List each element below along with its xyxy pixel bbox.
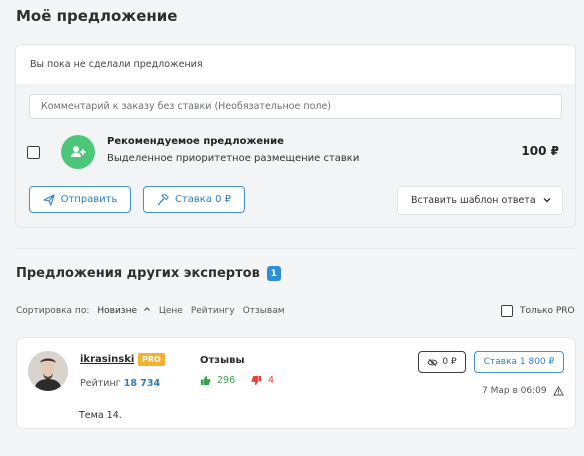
recommended-offer-icon <box>61 135 95 169</box>
sort-bar: Сортировка по: Новизне Цене Рейтингу Отз… <box>16 305 285 317</box>
pro-badge: PRO <box>138 353 165 366</box>
chevron-down-icon <box>543 198 551 203</box>
views-button[interactable]: 0 ₽ <box>418 351 466 373</box>
reviews-title: Отзывы <box>200 355 245 366</box>
send-button[interactable]: Отправить <box>29 186 131 213</box>
offers-count-badge: 1 <box>266 266 281 281</box>
my-offer-title: Моё предложение <box>16 7 178 25</box>
template-select-label: Вставить шаблон ответа <box>411 195 536 206</box>
recommended-price: 100 ₽ <box>521 144 559 158</box>
chevron-up-icon <box>143 307 150 311</box>
expert-rating: Рейтинг 18 734 <box>80 378 160 389</box>
warning-icon[interactable] <box>552 386 564 396</box>
empty-offer-text: Вы пока не сделали предложения <box>16 45 575 85</box>
sort-option-rating[interactable]: Рейтингу <box>191 306 235 316</box>
user-plus-icon <box>71 146 86 157</box>
sort-label: Сортировка по: <box>16 305 90 316</box>
positive-reviews: 296 <box>200 375 235 386</box>
rating-value: 18 734 <box>123 378 161 389</box>
recommended-title: Рекомендуемое предложение <box>107 136 284 147</box>
template-select[interactable]: Вставить шаблон ответа <box>397 186 563 215</box>
other-offers-heading: Предложения других экспертов 1 <box>16 266 281 281</box>
sort-option-price[interactable]: Цене <box>159 306 183 316</box>
paper-plane-icon <box>43 193 55 206</box>
offer-date-text: 7 Мар в 06:09 <box>482 386 547 396</box>
pro-only-filter[interactable]: Только PRO <box>501 305 575 317</box>
expert-bid-button[interactable]: Ставка 1 800 ₽ <box>474 351 564 373</box>
pro-only-checkbox[interactable] <box>501 305 513 317</box>
send-button-label: Отправить <box>60 194 118 205</box>
bid-button[interactable]: Ставка 0 ₽ <box>143 186 245 213</box>
positive-count: 296 <box>217 375 236 386</box>
eye-off-icon <box>427 358 438 366</box>
sort-option-reviews[interactable]: Отзывам <box>243 306 285 316</box>
my-offer-card: Вы пока не сделали предложения Комментар… <box>15 44 576 228</box>
avatar[interactable] <box>28 351 68 391</box>
sort-option-newest[interactable]: Новизне <box>97 305 151 316</box>
offer-date: 7 Мар в 06:09 <box>482 386 564 396</box>
pro-only-label: Только PRO <box>520 306 575 316</box>
thumbs-up-icon <box>200 375 211 386</box>
recommended-subtitle: Выделенное приоритетное размещение ставк… <box>107 153 360 164</box>
other-offers-title: Предложения других экспертов <box>16 266 260 281</box>
section-divider <box>16 248 576 249</box>
gavel-icon <box>157 193 169 205</box>
avatar-portrait <box>28 351 68 391</box>
expert-username[interactable]: ikrasinski <box>80 354 134 365</box>
negative-count: 4 <box>268 375 275 386</box>
negative-reviews: 4 <box>251 375 274 386</box>
comment-input[interactable]: Комментарий к заказу без ставки (Необяза… <box>29 94 562 119</box>
views-button-label: 0 ₽ <box>442 357 457 367</box>
bid-button-label: Ставка 0 ₽ <box>174 194 232 205</box>
offer-form: Комментарий к заказу без ставки (Необяза… <box>16 85 575 227</box>
rating-label: Рейтинг <box>80 378 121 389</box>
thumbs-down-icon <box>251 375 262 386</box>
recommended-checkbox[interactable] <box>27 146 40 159</box>
offer-card: ikrasinski PRO Рейтинг 18 734 Отзывы 296… <box>16 337 576 429</box>
offer-comment: Тема 14. <box>79 410 122 421</box>
